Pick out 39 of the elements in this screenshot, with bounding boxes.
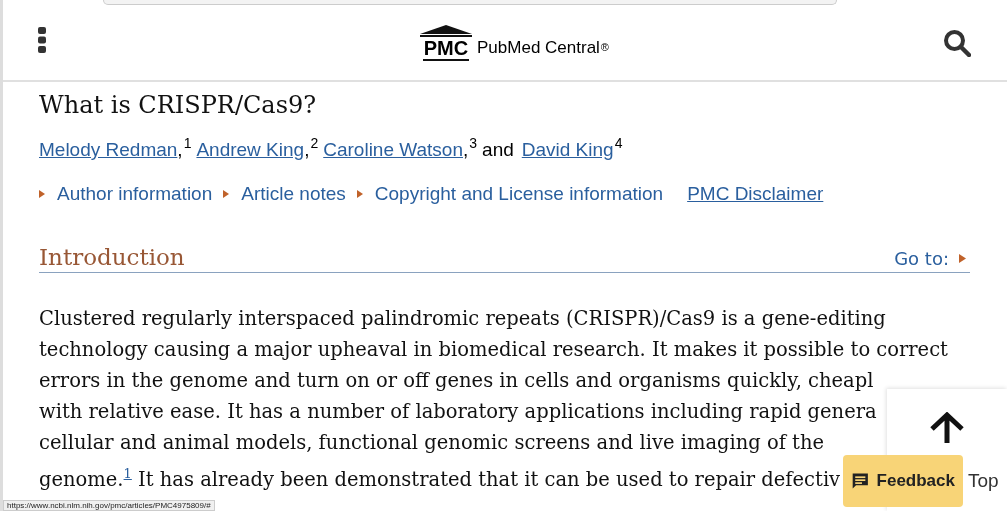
author-link[interactable]: Caroline Watson [323,139,463,161]
expand-triangle-icon [39,190,45,198]
separator-comma: , [463,139,469,161]
separator-comma: , [304,139,310,161]
affiliation-number: 1 [183,135,192,151]
affiliation-number: 2 [310,135,319,151]
section-heading: Introduction [39,244,185,270]
logo-text[interactable]: PubMed Central [477,36,600,59]
paragraph-line: genome.$^{1}$ It has already been demonstrated that it can be used to repair defectiv [39,465,841,493]
menu-icon[interactable] [38,27,46,53]
expand-triangle-icon [356,190,363,198]
building-roof-icon [420,24,472,37]
info-toggle-link[interactable]: Author information [57,183,213,205]
paragraph-line: errors in the genome and turn on or off genes in cells and organisms quickly, cheapl [39,368,874,394]
info-toggle-link[interactable]: Copyright and License information [374,183,664,205]
affiliation-number: 3 [469,135,478,151]
expand-triangle-icon [959,254,966,263]
status-url: https://www.ncbi.nlm.nih.gov/pmc/articles/PMC4975809/# [3,500,215,511]
conjunction-text: and [482,139,514,161]
paragraph-line: cellular and animal models, functional genomic screens and live imaging of the [39,430,825,456]
article-title: What is CRISPR/Cas9? [39,90,318,121]
affiliation-number: 4 [614,135,623,151]
feedback-button[interactable]: Feedback [843,455,963,507]
separator-comma: , [177,139,183,161]
author-link[interactable]: Melody Redman [39,139,178,161]
paragraph-line: Clustered regularly interspaced palindromic repeats (CRISPR)/Cas9 is a gene-editing [39,306,886,332]
paragraph-line: with relative ease. It has a number of laboratory applications including rapid genera [39,399,877,425]
up-arrow-icon[interactable] [928,412,966,444]
author-link[interactable]: David King [521,139,614,161]
registered-mark: ® [600,40,609,53]
paragraph-line: technology causing a major upheaval in biomedical research. It makes it possible to correct [39,337,948,363]
top-label[interactable]: Top [968,470,999,492]
disclaimer-link[interactable]: PMC Disclaimer [687,183,824,205]
go-to-link[interactable]: Go to: [894,248,949,269]
info-toggle-link[interactable]: Article notes [241,183,346,205]
logo-mark[interactable]: PMC [422,36,470,61]
search-icon[interactable] [943,28,971,57]
expand-triangle-icon [223,190,230,198]
author-link[interactable]: Andrew King [196,139,305,161]
